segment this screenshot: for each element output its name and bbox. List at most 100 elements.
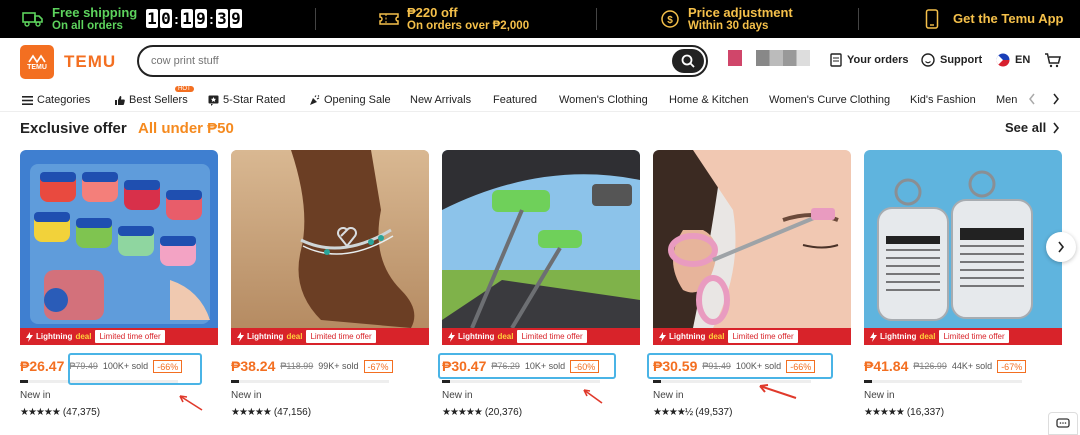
support-label: Support bbox=[940, 54, 983, 66]
annotation-arrow-icon bbox=[179, 395, 203, 411]
nav-new-arrivals-label: New Arrivals bbox=[410, 94, 472, 106]
timer-digit: 3 bbox=[216, 9, 228, 28]
search-button[interactable] bbox=[672, 49, 704, 73]
discount-badge: -67% bbox=[997, 359, 1027, 373]
chat-button[interactable] bbox=[1048, 412, 1078, 435]
hot-badge: HOT bbox=[175, 86, 194, 92]
countdown-timer: 1 0 : 1 9 : 3 9 bbox=[146, 9, 242, 28]
nav-next-button[interactable] bbox=[1052, 93, 1060, 105]
your-orders-link[interactable]: Your orders bbox=[830, 53, 909, 67]
coupon-banner[interactable]: ₱220 off On orders over ₱2,000 bbox=[379, 0, 529, 38]
original-price: ₱126.99 bbox=[913, 361, 947, 371]
section-subtitle: All under ₱50 bbox=[138, 120, 234, 137]
discount-badge: -67% bbox=[363, 359, 393, 373]
coupon-title: ₱220 off bbox=[407, 4, 458, 20]
free-shipping-banner[interactable]: Free shipping On all orders bbox=[22, 0, 137, 38]
nav-categories[interactable]: Categories bbox=[22, 94, 90, 106]
lightning-deal-banner: Lightning deal Limited time offer bbox=[231, 328, 429, 345]
nav-best-sellers[interactable]: Best Sellers HOT bbox=[114, 86, 194, 106]
nav-home-kitchen[interactable]: Home & Kitchen bbox=[669, 94, 748, 106]
rating: ★★★★★ (16,337) bbox=[864, 407, 944, 418]
deal-word: deal bbox=[75, 332, 92, 341]
product-card[interactable]: Lightning deal Limited time offer ₱41.84 … bbox=[864, 150, 1062, 420]
nav-new-arrivals[interactable]: New Arrivals bbox=[410, 94, 471, 106]
limited-offer-badge: Limited time offer bbox=[939, 330, 1009, 343]
stock-progress-bar bbox=[442, 380, 600, 383]
deal-word: deal bbox=[919, 332, 936, 341]
price-adjust-sub: Within 30 days bbox=[688, 19, 769, 32]
stock-progress-bar bbox=[864, 380, 1022, 383]
product-price: ₱41.84 bbox=[864, 358, 909, 374]
timer-digit: 1 bbox=[181, 9, 193, 28]
price-adjustment-banner[interactable]: $ Price adjustment Within 30 days bbox=[660, 0, 793, 38]
product-price: ₱26.47 bbox=[20, 358, 65, 374]
cart-icon bbox=[1045, 53, 1061, 68]
product-image[interactable] bbox=[442, 150, 640, 328]
new-in-label: New in bbox=[231, 390, 262, 401]
nav-featured[interactable]: Featured bbox=[493, 94, 537, 106]
rating: ★★★★½ (49,537) bbox=[653, 407, 732, 418]
nav-men[interactable]: Men bbox=[996, 94, 1017, 106]
logo-wordmark[interactable]: TEMU bbox=[64, 52, 116, 72]
search-box[interactable] bbox=[137, 45, 708, 77]
nav-womens-clothing[interactable]: Women's Clothing bbox=[559, 94, 648, 106]
nav-kids-fashion[interactable]: Kid's Fashion bbox=[910, 94, 976, 106]
carousel-next-button[interactable] bbox=[1046, 232, 1076, 262]
nav-opening-sale[interactable]: Opening Sale bbox=[309, 94, 391, 106]
price-row: ₱41.84 ₱126.99 44K+ sold -67% bbox=[864, 357, 1027, 375]
logo-mini-text: TEMU bbox=[27, 63, 47, 71]
lightning-icon bbox=[659, 331, 666, 342]
nav-men-label: Men bbox=[996, 94, 1018, 106]
highlight-box bbox=[438, 353, 616, 379]
nav-womens-curve[interactable]: Women's Curve Clothing bbox=[769, 94, 890, 106]
coupon-sub: On orders over ₱2,000 bbox=[407, 19, 530, 32]
get-app-banner[interactable]: Get the Temu App bbox=[925, 0, 1064, 38]
progress-fill bbox=[864, 380, 872, 383]
cart-button[interactable] bbox=[1044, 52, 1061, 68]
blurred-avatar bbox=[728, 50, 742, 66]
rating: ★★★★★ (47,156) bbox=[231, 407, 311, 418]
support-link[interactable]: Support bbox=[921, 53, 982, 67]
lightning-deal-banner: Lightning deal Limited time offer bbox=[653, 328, 851, 345]
nav-five-star[interactable]: 5-Star Rated bbox=[208, 94, 285, 106]
nav-prev-button[interactable] bbox=[1028, 93, 1036, 105]
review-count: (49,537) bbox=[695, 407, 733, 418]
chevron-right-icon bbox=[1058, 241, 1065, 253]
review-count: (16,337) bbox=[906, 407, 945, 418]
lightning-deal-banner: Lightning deal Limited time offer bbox=[864, 328, 1062, 345]
deal-label: Lightning bbox=[880, 332, 917, 341]
blurred-account bbox=[756, 50, 810, 66]
support-icon bbox=[921, 53, 935, 67]
original-price: ₱118.99 bbox=[280, 361, 314, 371]
party-popper-icon bbox=[310, 94, 320, 105]
review-count: (20,376) bbox=[484, 407, 523, 418]
timer-digit: 9 bbox=[230, 9, 242, 28]
stock-progress-bar bbox=[231, 380, 389, 383]
star-rating-icon: ★★★★★ bbox=[231, 407, 272, 418]
product-image[interactable] bbox=[864, 150, 1062, 328]
sold-count: 44K+ sold bbox=[951, 361, 993, 371]
truck-icon bbox=[22, 12, 43, 27]
see-all-link[interactable]: See all bbox=[1005, 120, 1060, 135]
product-card[interactable]: Lightning deal Limited time offer ₱38.24 … bbox=[231, 150, 429, 420]
language-selector[interactable]: EN bbox=[996, 53, 1030, 67]
nav-home-kitchen-label: Home & Kitchen bbox=[669, 94, 749, 106]
product-image[interactable] bbox=[653, 150, 851, 328]
search-input[interactable] bbox=[151, 55, 651, 67]
deal-label: Lightning bbox=[458, 332, 495, 341]
divider bbox=[596, 8, 597, 30]
product-card[interactable]: Lightning deal Limited time offer ₱30.47 … bbox=[442, 150, 640, 420]
product-image[interactable] bbox=[20, 150, 218, 328]
category-nav: Categories Best Sellers HOT 5-Star Rated… bbox=[0, 86, 1080, 112]
product-image[interactable] bbox=[231, 150, 429, 328]
progress-fill bbox=[20, 380, 28, 383]
rating: ★★★★★ (20,376) bbox=[442, 407, 522, 418]
lightning-icon bbox=[448, 331, 455, 342]
limited-offer-badge: Limited time offer bbox=[306, 330, 376, 343]
sold-count: 99K+ sold bbox=[318, 361, 359, 371]
ticket-icon bbox=[379, 13, 399, 25]
deal-label: Lightning bbox=[36, 332, 73, 341]
nav-kids-fashion-label: Kid's Fashion bbox=[910, 94, 976, 106]
logo-icon bbox=[28, 54, 46, 63]
temu-logo[interactable]: TEMU bbox=[20, 45, 54, 79]
